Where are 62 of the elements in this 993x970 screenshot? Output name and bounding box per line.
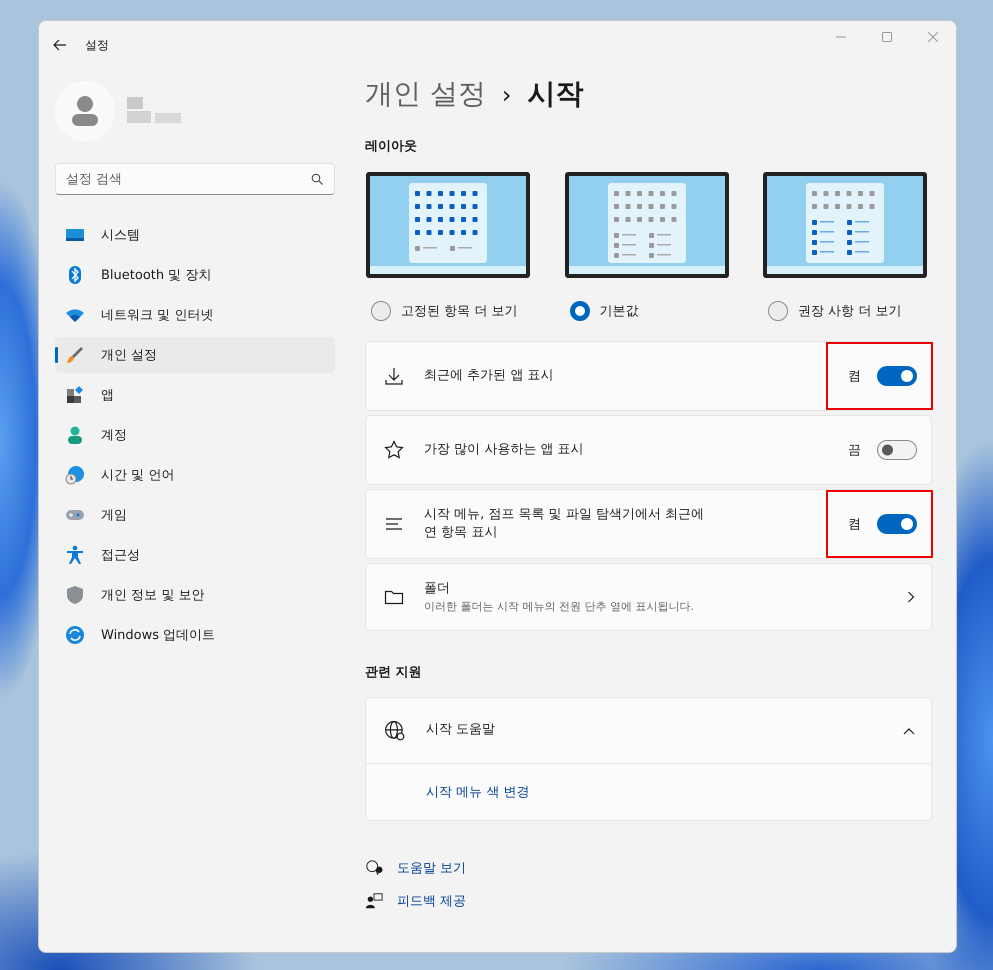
- sidebar-item[interactable]: 개인 정보 및 보안: [55, 577, 335, 613]
- sidebar-item[interactable]: 시간 및 언어: [55, 457, 335, 493]
- paintbrush-icon: [65, 345, 85, 365]
- chevron-icon[interactable]: [903, 726, 915, 734]
- close-icon[interactable]: [928, 32, 938, 42]
- setting-label: 가장 많이 사용하는 앱 표시: [424, 440, 585, 459]
- setting-label: 최근에 추가된 앱 표시: [424, 366, 554, 385]
- globe-clock-icon: [65, 465, 85, 485]
- radio-button[interactable]: [768, 301, 788, 321]
- layout-radio[interactable]: 기본값: [564, 297, 734, 325]
- apps-icon: [65, 385, 85, 405]
- section-heading: 관련 지원: [365, 664, 423, 681]
- sync-icon: [65, 625, 85, 645]
- layout-preview-drawing[interactable]: [365, 171, 531, 279]
- toggle-switch[interactable]: [877, 514, 917, 534]
- sidebar-item[interactable]: 게임: [55, 497, 335, 533]
- page-title: 시작: [528, 76, 584, 112]
- sidebar-item[interactable]: 앱: [55, 377, 335, 413]
- setting-description: 이러한 폴더는 시작 메뉴의 전원 단추 옆에 표시됩니다.: [424, 598, 695, 614]
- sidebar-item[interactable]: 접근성: [55, 537, 335, 573]
- sidebar-item[interactable]: Bluetooth 및 장치: [55, 257, 335, 293]
- search-field[interactable]: 설정 검색: [55, 163, 335, 195]
- setting-card[interactable]: 폴더 이러한 폴더는 시작 메뉴의 전원 단추 옆에 표시됩니다.: [365, 563, 932, 631]
- toggle-state-label: 끔: [848, 442, 861, 459]
- person-icon: [65, 425, 85, 445]
- radio-button[interactable]: [371, 301, 391, 321]
- sidebar-item[interactable]: 계정: [55, 417, 335, 453]
- radio-button[interactable]: [570, 301, 590, 321]
- sidebar-item[interactable]: 네트워크 및 인터넷: [55, 297, 335, 333]
- globe-icon: [384, 720, 406, 742]
- toggle-switch[interactable]: [877, 440, 917, 460]
- toggle-switch[interactable]: [877, 366, 917, 386]
- download-icon: [384, 366, 404, 386]
- feedback-icon: [365, 892, 383, 910]
- layout-radio[interactable]: 권장 사항 더 보기: [762, 297, 932, 325]
- section-heading: 레이아웃: [365, 138, 418, 155]
- setting-label: 폴더: [424, 580, 451, 598]
- layout-radio[interactable]: 고정된 항목 더 보기: [365, 297, 535, 325]
- sidebar-item[interactable]: 개인 설정: [55, 337, 335, 373]
- star-icon: [384, 440, 404, 460]
- breadcrumb-parent[interactable]: 개인 설정: [365, 75, 486, 113]
- sidebar-item[interactable]: 시스템: [55, 217, 335, 253]
- sidebar-item[interactable]: Windows 업데이트: [55, 617, 335, 653]
- accessibility-icon: [65, 545, 85, 565]
- footer-link[interactable]: 도움말 보기: [397, 858, 466, 876]
- help-chat-icon: [365, 858, 383, 876]
- expander-title[interactable]: 시작 도움말: [426, 721, 883, 740]
- shield-icon: [65, 585, 85, 605]
- chevron-right-icon: [907, 591, 915, 603]
- layout-preview-drawing[interactable]: [564, 171, 730, 279]
- breadcrumb-separator: ›: [502, 81, 512, 109]
- window-title: 설정: [85, 36, 109, 54]
- search-icon: [311, 173, 323, 185]
- footer-link[interactable]: 피드백 제공: [397, 892, 466, 910]
- setting-label: 시작 메뉴, 점프 목록 및 파일 탐색기에서 최근에 연 항목 표시: [424, 506, 706, 542]
- back-arrow-icon[interactable]: [53, 38, 67, 52]
- layout-preview-drawing[interactable]: [762, 171, 928, 279]
- toggle-state-label: 켬: [848, 368, 861, 385]
- help-link[interactable]: 시작 메뉴 색 변경: [426, 783, 530, 801]
- blurred-name-drawing: [127, 97, 183, 125]
- maximize-icon[interactable]: [882, 32, 892, 42]
- toggle-state-label: 켬: [848, 516, 861, 533]
